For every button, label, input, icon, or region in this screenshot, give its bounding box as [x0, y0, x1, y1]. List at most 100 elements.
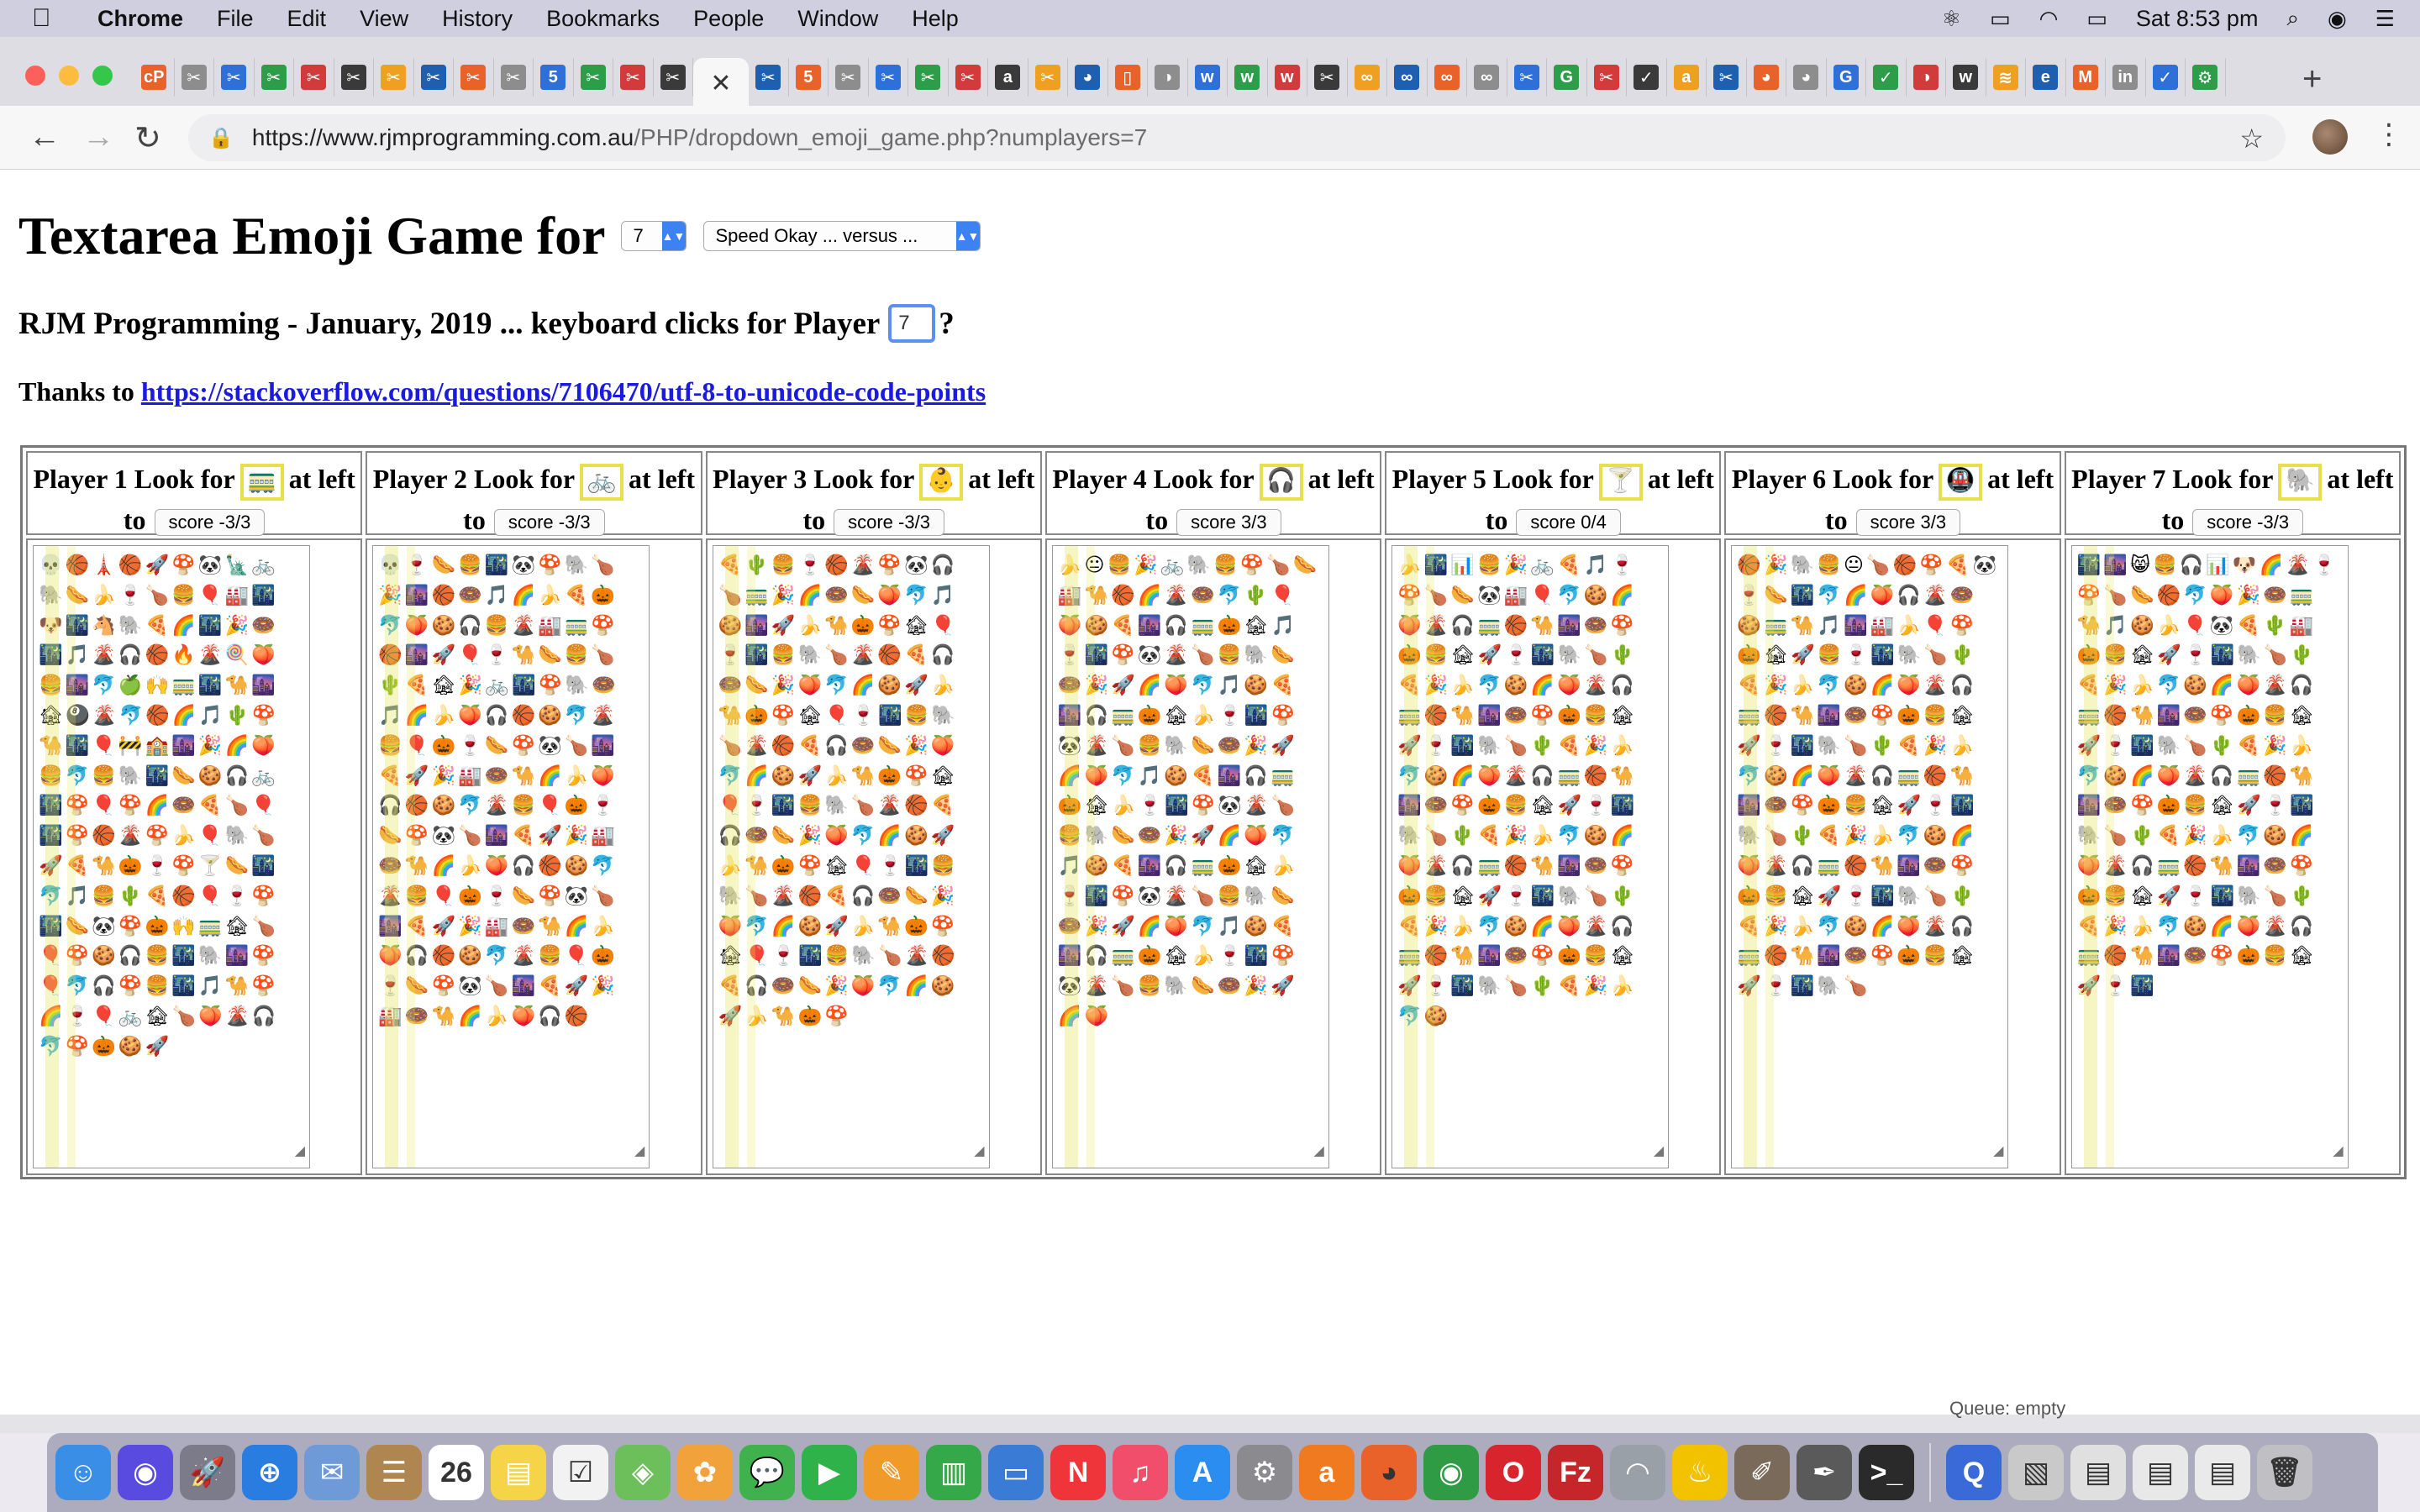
player-score-button[interactable]: score 0/4	[1516, 509, 1621, 537]
browser-tab[interactable]: ✂	[255, 58, 294, 97]
browser-tab[interactable]: ✂	[334, 58, 374, 97]
firefox-icon[interactable]: ◕	[1361, 1445, 1417, 1500]
airplay-icon[interactable]: ▭	[1990, 6, 2011, 32]
browser-tab[interactable]: ✂	[613, 58, 654, 97]
player-score-button[interactable]: score -3/3	[834, 509, 944, 537]
browser-tab[interactable]: ✂	[454, 58, 494, 97]
emoji-textarea[interactable]: 🍕🌵🍔🍷🏀🌋🍄🐼🎧🍗🚃🎉🌈🍩🌭🍑🐬🎵🍪🌆🚀🍌🐪🎃🍄🏚🎈🍷🌃🍔🐘🍗🌋🏀🍕🎧🍩🌭🎉🍑…	[712, 545, 990, 1168]
browser-tab[interactable]: ◕	[1786, 58, 1827, 97]
news-icon[interactable]: N	[1050, 1445, 1106, 1500]
browser-tab[interactable]: 5	[534, 58, 574, 97]
avast-icon[interactable]: a	[1299, 1445, 1355, 1500]
browser-tab[interactable]: ◑	[1907, 58, 1946, 97]
siri-icon[interactable]: ◉	[2328, 6, 2347, 32]
browser-tab[interactable]: cP	[134, 58, 175, 97]
close-tab-icon[interactable]: ✕	[710, 69, 731, 98]
browser-tab[interactable]: ✂	[869, 58, 908, 97]
siri-icon[interactable]: ◉	[118, 1445, 173, 1500]
menu-view[interactable]: View	[360, 6, 408, 32]
menu-file[interactable]: File	[217, 6, 254, 32]
browser-tab[interactable]: ◕	[1068, 58, 1108, 97]
launchpad-icon[interactable]: 🚀	[180, 1445, 235, 1500]
menu-history[interactable]: History	[442, 6, 513, 32]
player-score-button[interactable]: score -3/3	[154, 509, 266, 537]
player-score-button[interactable]: score 3/3	[1176, 509, 1281, 537]
browser-tab[interactable]: 5	[789, 58, 829, 97]
menu-people[interactable]: People	[693, 6, 764, 32]
browser-tab[interactable]: a	[988, 58, 1028, 97]
browser-tab[interactable]: ✓	[1866, 58, 1907, 97]
browser-tab[interactable]: ∞	[1467, 58, 1507, 97]
chrome-icon[interactable]: ◉	[1423, 1445, 1479, 1500]
player-score-button[interactable]: score -3/3	[2192, 509, 2304, 537]
browser-tab[interactable]: ✂	[414, 58, 454, 97]
notification-center-icon[interactable]: ☰	[2375, 6, 2395, 32]
app-store-icon[interactable]: A	[1175, 1445, 1230, 1500]
spotlight-search-icon[interactable]: ⌕	[2286, 5, 2299, 32]
cyberduck-icon[interactable]: ♨	[1672, 1445, 1728, 1500]
resize-grip-icon[interactable]: ◢	[295, 1136, 308, 1166]
number-of-players-select[interactable]: 7 ▲▼	[620, 221, 687, 251]
browser-tab[interactable]: ✂	[175, 58, 214, 97]
browser-tab[interactable]: ▯	[1108, 58, 1148, 97]
profile-avatar[interactable]	[2312, 119, 2348, 155]
address-bar[interactable]: 🔒 https://www.rjmprogramming.com.au/PHP/…	[188, 114, 2286, 161]
browser-tab[interactable]: w	[1946, 58, 1986, 97]
finder-icon[interactable]: ☺	[55, 1445, 111, 1500]
contacts-icon[interactable]: ☰	[366, 1445, 422, 1500]
reload-icon[interactable]: ↻	[134, 119, 161, 157]
speed-select[interactable]: Speed Okay ... versus ... ▲▼	[702, 221, 981, 251]
emoji-textarea[interactable]: 💀🏀🗼🏀🚀🍄🐼🗽🚲🐘🌭🍌🍷🍗🍔🎈🏭🌃🐶🌃🐴🐘🍕🌈🌃🎉🍩🌃🎵🌋🎧🏀🔥🌋🍭🍑🍔🌆🐬🍏…	[33, 545, 310, 1168]
forward-arrow-icon[interactable]: →	[82, 119, 114, 155]
opera-icon[interactable]: O	[1486, 1445, 1541, 1500]
address-url[interactable]: https://www.rjmprogramming.com.au/PHP/dr…	[252, 124, 1147, 151]
browser-tab[interactable]: ◕	[1747, 58, 1786, 97]
pages-icon[interactable]: ✎	[864, 1445, 919, 1500]
browser-tab[interactable]: ∞	[1387, 58, 1428, 97]
menu-bookmarks[interactable]: Bookmarks	[546, 6, 660, 32]
resize-grip-icon[interactable]: ◢	[1314, 1136, 1327, 1166]
gimp-icon[interactable]: ✐	[1734, 1445, 1790, 1500]
browser-tab[interactable]: ✓	[1627, 58, 1667, 97]
preview-icon[interactable]: ▧	[2008, 1445, 2064, 1500]
maps-icon[interactable]: ◈	[615, 1445, 671, 1500]
quicktime-icon[interactable]: Q	[1946, 1445, 2002, 1500]
extension-status-icon[interactable]: ⚛	[1942, 6, 1961, 32]
player-score-button[interactable]: score -3/3	[493, 509, 605, 537]
document-3-icon[interactable]: ▤	[2195, 1445, 2250, 1500]
browser-tab[interactable]: w	[1228, 58, 1268, 97]
back-arrow-icon[interactable]: ←	[29, 119, 60, 155]
browser-tab[interactable]: w	[1268, 58, 1307, 97]
browser-tab[interactable]: ✂	[214, 58, 255, 97]
browser-tab[interactable]: ✂	[1307, 58, 1348, 97]
calendar-icon[interactable]: 26	[429, 1445, 484, 1500]
browser-tab[interactable]: ✂	[1707, 58, 1747, 97]
photos-icon[interactable]: ✿	[677, 1445, 733, 1500]
browser-tab[interactable]: w	[1188, 58, 1228, 97]
browser-tab[interactable]: ∞	[1428, 58, 1467, 97]
browser-tab[interactable]: ⚙	[2186, 58, 2226, 97]
browser-tab[interactable]: in	[2106, 58, 2146, 97]
browser-tab[interactable]: ✂	[829, 58, 869, 97]
window-minimize-button[interactable]	[59, 66, 79, 86]
document-1-icon[interactable]: ▤	[2070, 1445, 2126, 1500]
resize-grip-icon[interactable]: ◢	[1993, 1136, 2006, 1166]
stackoverflow-link[interactable]: https://stackoverflow.com/questions/7106…	[141, 376, 986, 407]
browser-tab[interactable]: ✂	[949, 58, 988, 97]
window-maximize-button[interactable]	[92, 66, 113, 86]
new-tab-button[interactable]: +	[2302, 60, 2322, 98]
browser-tab[interactable]: G	[1827, 58, 1866, 97]
reminders-icon[interactable]: ☑	[553, 1445, 608, 1500]
messages-icon[interactable]: 💬	[739, 1445, 795, 1500]
browser-tab[interactable]: ✂	[654, 58, 693, 97]
browser-tab[interactable]: ✂	[574, 58, 613, 97]
system-preferences-icon[interactable]: ⚙	[1237, 1445, 1292, 1500]
wifi-icon[interactable]: ◠	[2039, 6, 2059, 32]
resize-grip-icon[interactable]: ◢	[974, 1136, 986, 1166]
emoji-textarea[interactable]: 🌃🌆😸🍔🎧📊🐶🌈🌋🍷🍄🍗🌭🏀🐬🍑🎉🍩🚃🐪🎵🍪🍌🎈🐼🍕🌵🏭🎃🍔🏚🚀🍷🌃🐘🍗🌵🍕🎉🍌…	[2070, 545, 2349, 1168]
facetime-icon[interactable]: ▶	[802, 1445, 857, 1500]
browser-tab[interactable]: ✂	[494, 58, 534, 97]
browser-tab[interactable]: ✂	[1028, 58, 1068, 97]
browser-tab[interactable]: ✓	[2146, 58, 2186, 97]
emoji-textarea[interactable]: 💀🍷🌭🍔🌃🐼🍄🐘🍗🎉🌆🏀🍩🎵🌈🍌🍕🎃🐬🍑🍪🎧🍔🌋🏭🚃🍄🏀🌆🚀🎈🍷🐪🌭🍔🍗🌵🍕🏚🎉…	[372, 545, 650, 1168]
